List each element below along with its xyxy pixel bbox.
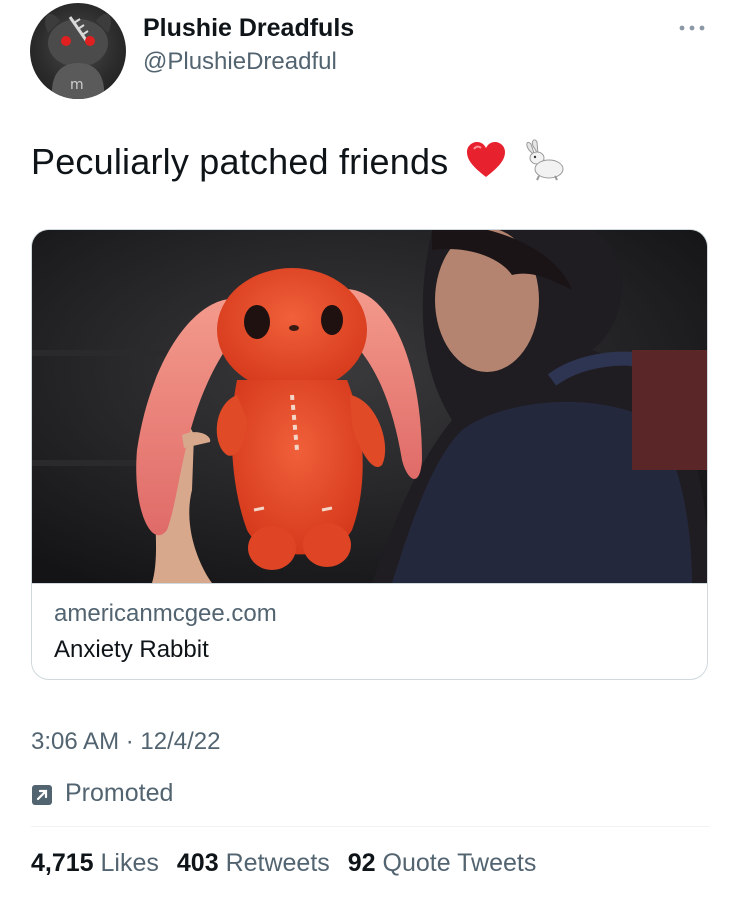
promoted-label: Promoted: [65, 779, 174, 807]
quote-tweets-count: 92: [347, 849, 376, 877]
tweet-text-content: Peculiarly patched friends: [31, 141, 449, 183]
author-handle[interactable]: @PlushieDreadful: [143, 48, 337, 76]
likes-count: 4,715: [31, 849, 94, 877]
likes-label: Likes: [100, 849, 159, 877]
author-display-name[interactable]: Plushie Dreadfuls: [143, 14, 354, 43]
tweet-text: Peculiarly patched friends: [31, 138, 567, 191]
card-image: [32, 230, 707, 583]
more-options-button[interactable]: [672, 14, 712, 42]
plush-avatar-icon: m: [45, 13, 111, 99]
more-horizontal-icon: [679, 25, 705, 31]
card-footer: americanmcgee.com Anxiety Rabbit: [32, 583, 707, 679]
quote-tweets-label: Quote Tweets: [382, 849, 537, 877]
promoted-badge: Promoted: [31, 779, 173, 808]
retweets-count: 403: [176, 849, 219, 877]
card-title: Anxiety Rabbit: [54, 636, 209, 663]
avatar[interactable]: m: [30, 3, 126, 99]
divider: [31, 826, 709, 827]
card-domain: americanmcgee.com: [54, 600, 277, 627]
rabbit-icon: [523, 138, 567, 191]
stat-quote-tweets[interactable]: 92 Quote Tweets: [348, 849, 537, 878]
retweets-label: Retweets: [225, 849, 330, 877]
engagement-stats: 4,715 Likes 403 Retweets 92 Quote Tweets: [31, 849, 554, 878]
stat-likes[interactable]: 4,715 Likes: [31, 849, 159, 878]
promoted-arrow-icon: [32, 784, 52, 805]
red-heart-icon: [465, 141, 507, 188]
stat-retweets[interactable]: 403 Retweets: [177, 849, 330, 878]
tweet-timestamp[interactable]: 3:06 AM · 12/4/22: [31, 728, 220, 756]
tweet: m Plushie Dreadfuls @PlushieDreadful Pec…: [0, 0, 738, 900]
svg-text:m: m: [70, 77, 84, 93]
link-card[interactable]: americanmcgee.com Anxiety Rabbit: [31, 229, 708, 680]
